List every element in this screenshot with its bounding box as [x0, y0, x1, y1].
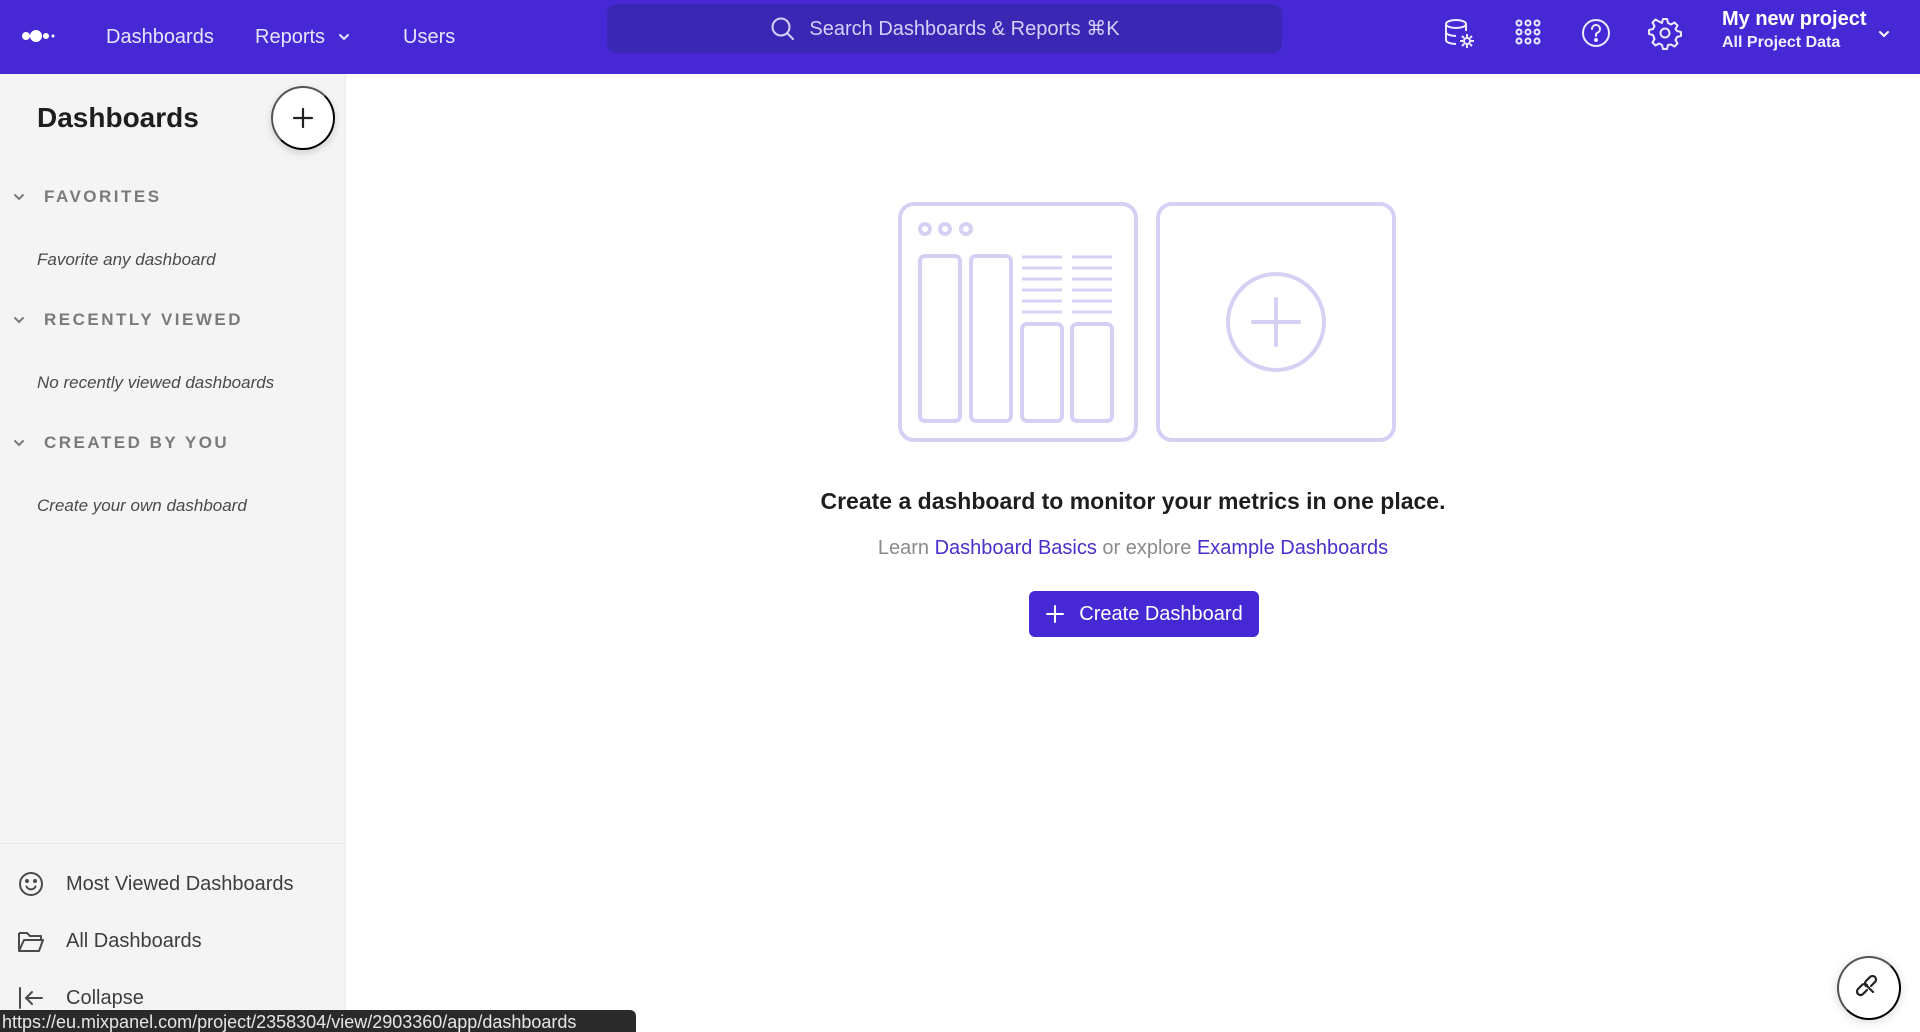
empty-state-subtext: Learn Dashboard Basics or explore Exampl…	[346, 537, 1920, 560]
chevron-down-icon	[14, 317, 24, 324]
link-label: All Dashboards	[66, 929, 202, 952]
section-empty-text: Create your own dashboard	[37, 496, 247, 515]
project-selector[interactable]: My new project All Project Data	[1722, 8, 1866, 52]
status-bar-url: https://eu.mixpanel.com/project/2358304/…	[0, 1010, 636, 1032]
folder-icon	[18, 932, 44, 952]
nav-dashboards-label: Dashboards	[106, 25, 214, 48]
all-dashboards-link[interactable]: All Dashboards	[16, 926, 202, 956]
sidebar-title: Dashboards	[37, 102, 199, 133]
learn-text: Learn	[877, 537, 935, 559]
main-content: Create a dashboard to monitor your metri…	[346, 74, 1920, 1032]
gear-icon[interactable]	[1647, 15, 1683, 51]
copy-link-button[interactable]	[1837, 956, 1901, 1020]
create-dashboard-button[interactable]: Create Dashboard	[1029, 591, 1259, 637]
smiley-icon	[19, 872, 43, 896]
sidebar: Dashboards FAVORITES Favorite any dashbo…	[0, 74, 346, 1032]
section-label: CREATED BY YOU	[44, 433, 230, 452]
data-settings-icon[interactable]	[1441, 15, 1477, 51]
project-scope: All Project Data	[1722, 34, 1841, 51]
link-icon	[1855, 974, 1878, 997]
example-dashboards-link[interactable]: Example Dashboards	[1197, 537, 1388, 559]
section-favorites-toggle[interactable]: FAVORITES	[12, 187, 162, 207]
nav-dashboards[interactable]: Dashboards	[106, 0, 214, 74]
chevron-down-icon[interactable]	[1876, 26, 1892, 42]
nav-reports-label: Reports	[255, 25, 326, 48]
nav-users[interactable]: Users	[403, 0, 455, 74]
collapse-sidebar-button[interactable]: Collapse	[16, 983, 144, 1013]
plus-icon	[1046, 605, 1065, 623]
mixpanel-logo-icon[interactable]	[20, 20, 56, 50]
empty-state-headline: Create a dashboard to monitor your metri…	[820, 488, 1446, 514]
chevron-down-icon	[14, 440, 24, 447]
search-input[interactable]: Search Dashboards & Reports ⌘K	[607, 4, 1282, 53]
section-label: RECENTLY VIEWED	[44, 310, 244, 329]
most-viewed-dashboards-link[interactable]: Most Viewed Dashboards	[16, 869, 294, 899]
add-dashboard-button[interactable]	[271, 86, 335, 150]
sidebar-divider	[0, 843, 346, 844]
section-empty-text: Favorite any dashboard	[37, 250, 216, 269]
plus-icon	[292, 107, 314, 129]
section-empty-text: No recently viewed dashboards	[37, 373, 275, 392]
apps-grid-icon[interactable]	[1510, 15, 1546, 51]
section-recently-viewed-toggle[interactable]: RECENTLY VIEWED	[12, 310, 243, 330]
section-created-by-you-toggle[interactable]: CREATED BY YOU	[12, 433, 229, 453]
or-explore-text: or explore	[1096, 537, 1197, 559]
search-placeholder: Search Dashboards & Reports ⌘K	[809, 18, 1120, 40]
empty-dashboard-illustration	[898, 202, 1396, 442]
chevron-down-icon	[14, 194, 24, 201]
link-label: Collapse	[66, 986, 144, 1009]
section-label: FAVORITES	[44, 187, 162, 206]
collapse-arrow-icon	[19, 987, 43, 1009]
search-icon	[771, 17, 795, 40]
chevron-down-icon	[339, 34, 350, 41]
help-icon[interactable]	[1578, 15, 1614, 51]
top-navigation-bar: Dashboards Reports Users Search Dashboar…	[0, 0, 1920, 74]
link-label: Most Viewed Dashboards	[66, 872, 294, 895]
nav-reports[interactable]: Reports	[255, 0, 351, 74]
project-name: My new project	[1722, 8, 1867, 30]
dashboard-basics-link[interactable]: Dashboard Basics	[935, 537, 1097, 559]
nav-users-label: Users	[403, 25, 456, 48]
create-dashboard-label: Create Dashboard	[1079, 602, 1243, 625]
